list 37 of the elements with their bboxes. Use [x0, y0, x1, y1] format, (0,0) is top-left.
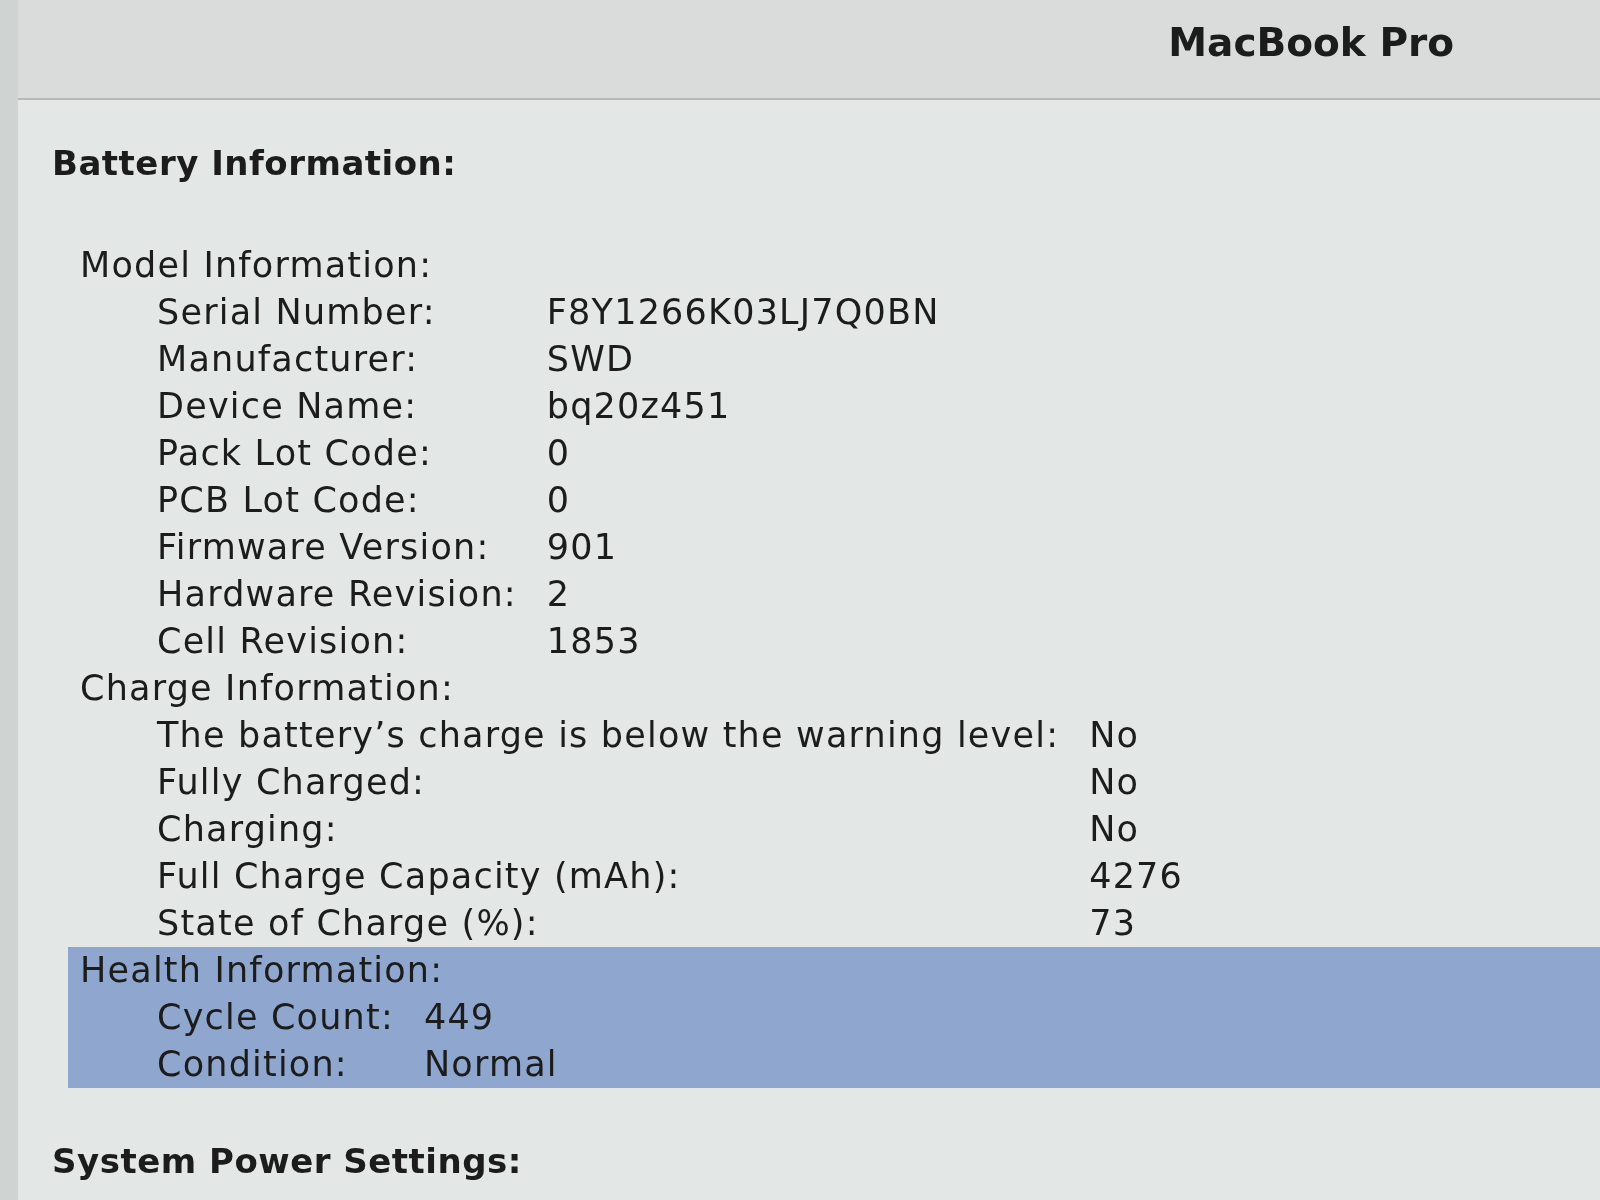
group-heading: Model Information: [80, 244, 433, 287]
row-value: 2 [546, 573, 572, 616]
row-value: 901 [546, 526, 619, 569]
row-label: Firmware Version: [157, 526, 491, 569]
row-value: bq20z451 [546, 385, 732, 428]
row-label: Manufacturer: [157, 338, 420, 381]
row-label: Full Charge Capacity (mAh): [157, 855, 682, 898]
row-value: No [1089, 714, 1141, 757]
row-value: 1853 [546, 620, 642, 663]
row-value: Normal [423, 1043, 558, 1086]
row-value: 73 [1089, 902, 1138, 945]
row-label: State of Charge (%): [157, 902, 540, 945]
row-label: Cycle Count: [157, 996, 394, 1039]
row-label: Hardware Revision: [157, 573, 517, 616]
row-label: Serial Number: [157, 291, 437, 334]
row-label: Charging: [157, 808, 339, 851]
row-label: Cell Revision: [157, 620, 410, 663]
window-title: MacBook Pro [1168, 19, 1454, 65]
selected-group[interactable]: Health Information: Cycle Count: 449 Condition: Normal [68, 947, 1600, 1088]
row-label: Pack Lot Code: [157, 432, 433, 475]
row-label: Condition: [157, 1043, 349, 1086]
row-value: 0 [546, 479, 572, 522]
row-value: 449 [423, 996, 496, 1039]
group-heading: Charge Information: [80, 667, 454, 710]
row-value: No [1089, 808, 1141, 851]
section-heading: Battery Information: [52, 142, 457, 185]
row-label: The battery’s charge is below the warning level: [157, 714, 1060, 757]
row-value: 0 [546, 432, 572, 475]
section-heading: System Power Settings: [52, 1140, 522, 1183]
row-label: Device Name: [157, 385, 419, 428]
row-value: No [1089, 761, 1141, 804]
row-label: PCB Lot Code: [157, 479, 421, 522]
group-heading: Health Information: [80, 949, 444, 992]
row-label: Fully Charged: [157, 761, 427, 804]
row-value: F8Y1266K03LJ7Q0BN [546, 291, 940, 334]
row-value: 4276 [1089, 855, 1184, 898]
row-value: SWD [546, 338, 636, 381]
